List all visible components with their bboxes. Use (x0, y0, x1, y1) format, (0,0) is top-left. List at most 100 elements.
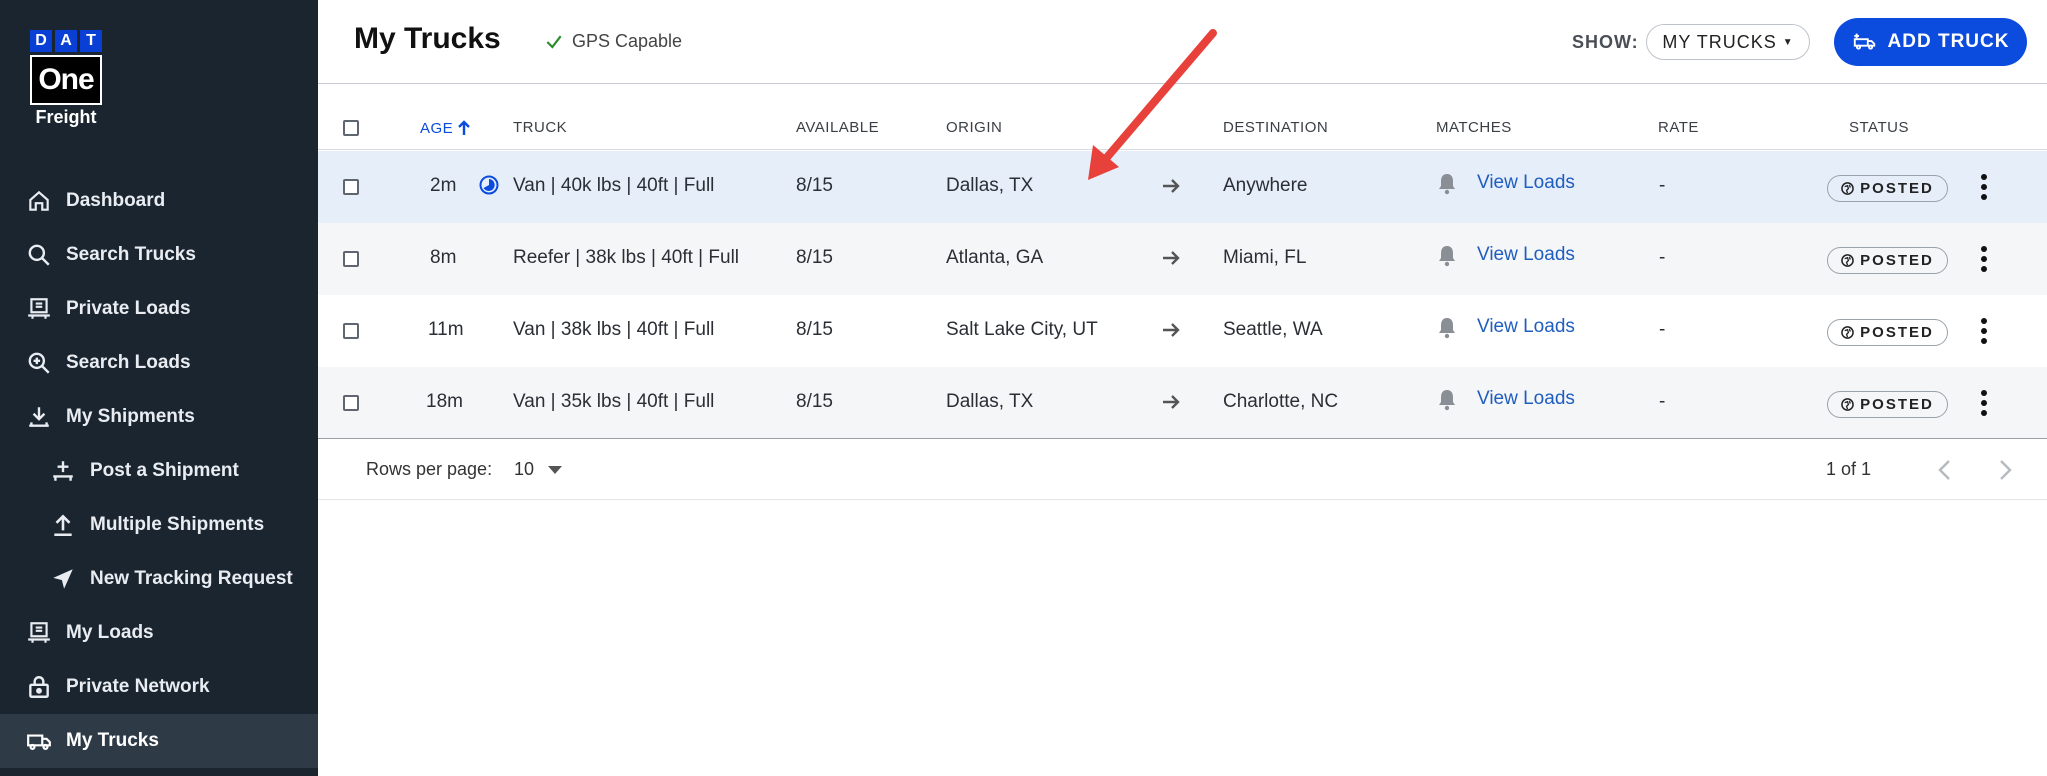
globe-icon (1841, 398, 1854, 411)
row-destination: Seattle, WA (1223, 319, 1323, 340)
status-badge: POSTED (1827, 319, 1948, 346)
more-options-icon[interactable] (1978, 389, 1990, 417)
sidebar-item-dashboard[interactable]: Dashboard (0, 174, 318, 228)
row-checkbox[interactable] (343, 179, 359, 195)
sort-ascending-icon (458, 120, 471, 135)
bell-icon[interactable] (1436, 316, 1458, 340)
arrow-right-icon (1163, 323, 1180, 337)
row-origin: Dallas, TX (946, 175, 1034, 196)
row-age: 8m (430, 247, 457, 268)
row-destination: Miami, FL (1223, 247, 1307, 268)
row-checkbox[interactable] (343, 395, 359, 411)
sidebar-item-label: My Shipments (66, 406, 195, 427)
sidebar-item-label: New Tracking Request (90, 568, 293, 589)
dropdown-caret-icon (548, 465, 563, 474)
arrow-right-icon (1163, 395, 1180, 409)
column-header-available[interactable]: AVAILABLE (796, 119, 879, 136)
page-header: My Trucks GPS Capable SHOW: MY TRUCKS ▼ … (318, 0, 2047, 84)
sidebar-item-my-trucks[interactable]: My Trucks (0, 714, 318, 768)
logo-letter: T (80, 30, 102, 52)
page-title: My Trucks (354, 22, 501, 55)
view-loads-link[interactable]: View Loads (1477, 172, 1575, 194)
row-truck: Van | 35k lbs | 40ft | Full (513, 391, 715, 412)
search-plus-icon (28, 352, 50, 374)
logo-freight: Freight (35, 107, 97, 127)
row-origin: Dallas, TX (946, 391, 1034, 412)
table-row[interactable]: 11m Van | 38k lbs | 40ft | Full 8/15 Sal… (318, 295, 2047, 367)
add-truck-label: ADD TRUCK (1887, 31, 2010, 52)
previous-page-icon[interactable] (1934, 457, 1956, 483)
bell-icon[interactable] (1436, 388, 1458, 412)
more-options-icon[interactable] (1978, 245, 1990, 273)
logo-one: One (30, 55, 102, 105)
add-truck-icon (1853, 33, 1875, 50)
row-rate: - (1659, 175, 1666, 196)
sidebar-item-search-loads[interactable]: Search Loads (0, 336, 318, 390)
show-filter-value: MY TRUCKS (1662, 31, 1777, 52)
sidebar-item-new-tracking-request[interactable]: New Tracking Request (0, 552, 318, 606)
sidebar-item-label: Multiple Shipments (90, 514, 265, 535)
row-truck: Van | 38k lbs | 40ft | Full (513, 319, 715, 340)
row-truck: Reefer | 38k lbs | 40ft | Full (513, 247, 740, 268)
upload-icon (54, 514, 72, 537)
sidebar-item-private-network[interactable]: Private Network (0, 660, 318, 714)
bell-icon[interactable] (1436, 244, 1458, 268)
more-options-icon[interactable] (1978, 317, 1990, 345)
globe-icon (1841, 254, 1854, 267)
row-origin: Atlanta, GA (946, 247, 1044, 268)
sidebar-item-label: Private Network (66, 676, 210, 697)
truck-load-icon (28, 298, 50, 319)
view-loads-link[interactable]: View Loads (1477, 316, 1575, 338)
sidebar-item-label: Search Loads (66, 352, 191, 373)
app-window: D A T One Freight Dashboard Search Truck… (0, 0, 2047, 776)
row-destination: Anywhere (1223, 175, 1308, 196)
truck-load-icon (28, 622, 50, 643)
sidebar-item-label: Post a Shipment (90, 460, 239, 481)
table-row[interactable]: 2m Van | 40k lbs | 40ft | Full 8/15 Dall… (318, 151, 2047, 223)
status-badge: POSTED (1827, 247, 1948, 274)
select-all-checkbox[interactable] (343, 120, 359, 136)
arrow-right-icon (1163, 251, 1180, 265)
column-header-rate[interactable]: RATE (1658, 119, 1699, 136)
main-content: My Trucks GPS Capable SHOW: MY TRUCKS ▼ … (318, 0, 2047, 776)
dat-one-freight-logo[interactable]: D A T One Freight (30, 30, 102, 128)
row-destination: Charlotte, NC (1223, 391, 1339, 412)
row-rate: - (1659, 319, 1666, 340)
view-loads-link[interactable]: View Loads (1477, 388, 1575, 410)
row-checkbox[interactable] (343, 323, 359, 339)
rows-per-page-select[interactable]: 10 (514, 459, 563, 480)
sidebar-item-private-loads[interactable]: Private Loads (0, 282, 318, 336)
column-header-age[interactable]: AGE (420, 119, 472, 137)
sidebar-item-multiple-shipments[interactable]: Multiple Shipments (0, 498, 318, 552)
table-row[interactable]: 18m Van | 35k lbs | 40ft | Full 8/15 Dal… (318, 367, 2047, 439)
show-filter-select[interactable]: MY TRUCKS ▼ (1646, 24, 1810, 60)
add-truck-button[interactable]: ADD TRUCK (1834, 18, 2027, 66)
row-truck: Van | 40k lbs | 40ft | Full (513, 175, 715, 196)
table-pagination: Rows per page: 10 1 of 1 (318, 438, 2047, 500)
sidebar-item-label: My Trucks (66, 730, 159, 751)
checkmark-icon (546, 35, 562, 49)
bell-icon[interactable] (1436, 172, 1458, 196)
table-row[interactable]: 8m Reefer | 38k lbs | 40ft | Full 8/15 A… (318, 223, 2047, 295)
more-options-icon[interactable] (1978, 173, 1990, 201)
rows-per-page-value: 10 (514, 459, 535, 479)
column-header-origin[interactable]: ORIGIN (946, 119, 1002, 136)
row-origin: Salt Lake City, UT (946, 319, 1098, 340)
lock-icon (29, 676, 49, 698)
column-header-matches[interactable]: MATCHES (1436, 119, 1512, 136)
column-header-destination[interactable]: DESTINATION (1223, 119, 1328, 136)
row-age: 18m (426, 391, 463, 412)
sidebar-item-my-shipments[interactable]: My Shipments (0, 390, 318, 444)
column-header-status[interactable]: STATUS (1849, 119, 1909, 136)
sidebar-item-search-trucks[interactable]: Search Trucks (0, 228, 318, 282)
sidebar: D A T One Freight Dashboard Search Truck… (0, 0, 318, 776)
status-label: POSTED (1860, 180, 1934, 197)
view-loads-link[interactable]: View Loads (1477, 244, 1575, 266)
column-header-truck[interactable]: TRUCK (513, 119, 567, 136)
sidebar-item-my-loads[interactable]: My Loads (0, 606, 318, 660)
arrow-right-icon (1163, 179, 1180, 193)
row-checkbox[interactable] (343, 251, 359, 267)
sidebar-item-post-a-shipment[interactable]: Post a Shipment (0, 444, 318, 498)
status-label: POSTED (1860, 252, 1934, 269)
next-page-icon[interactable] (1994, 457, 2016, 483)
